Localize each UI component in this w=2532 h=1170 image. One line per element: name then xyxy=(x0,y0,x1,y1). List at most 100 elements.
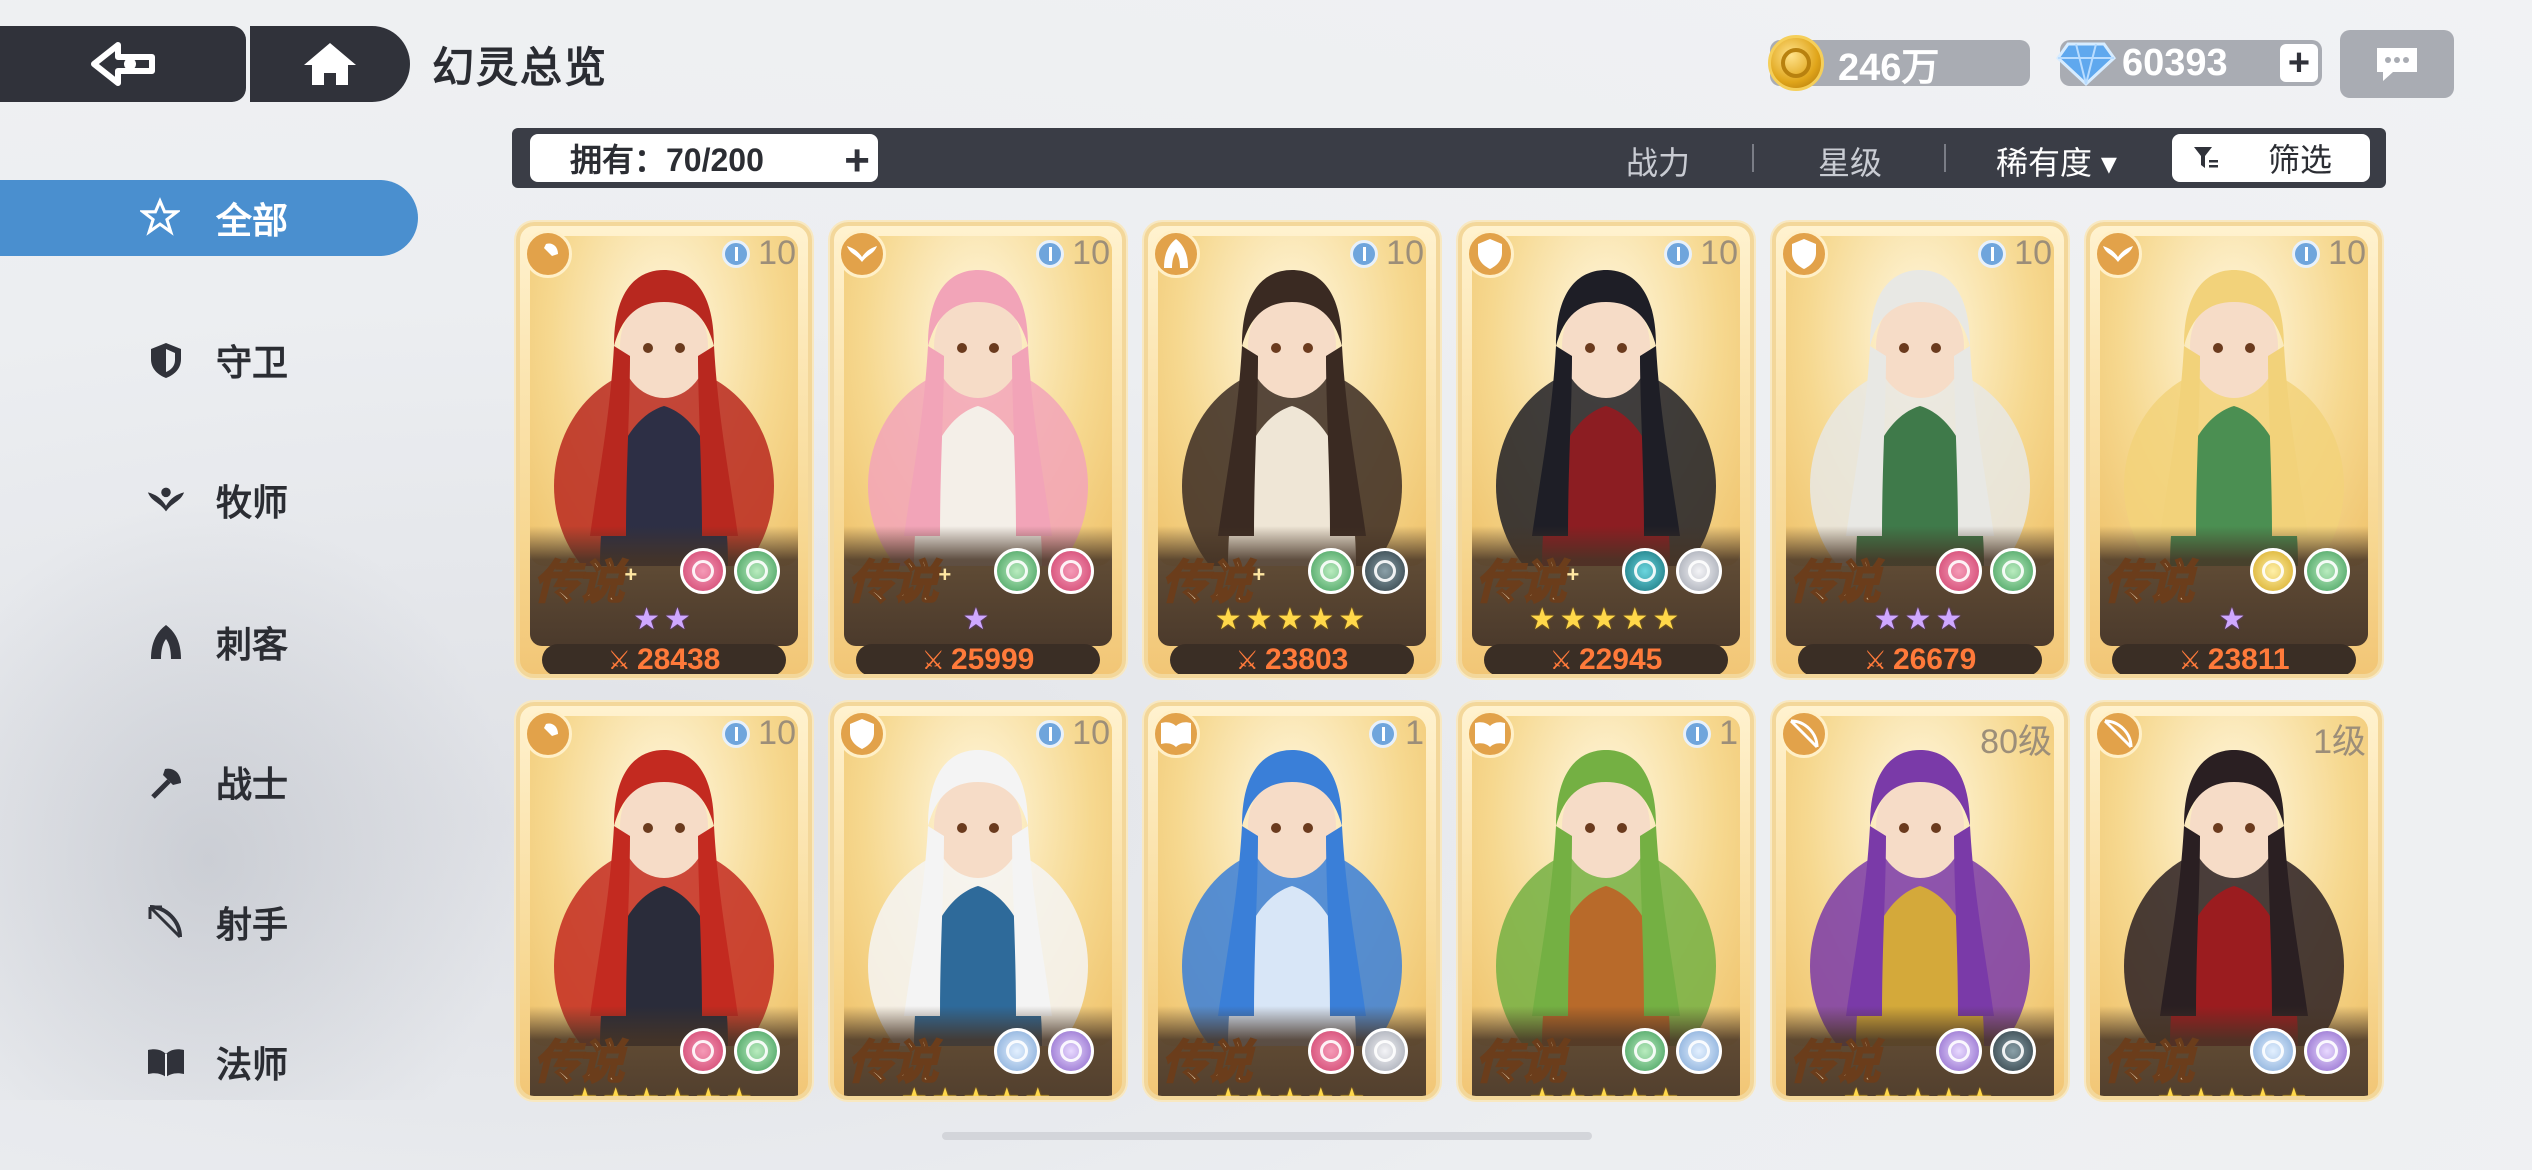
filter-icon xyxy=(2194,147,2218,168)
sidebar-item-archer[interactable]: 射手 xyxy=(0,884,418,960)
star-rating: ★ xyxy=(2218,603,2250,636)
hero-level: 80级 xyxy=(1980,714,2052,763)
hero-card[interactable]: 10 传说 ★★★ ⚔ 26679 xyxy=(1772,222,2068,678)
combat-power: ⚔ 23803 xyxy=(1170,643,1414,674)
sidebar-item-label: 法师 xyxy=(216,1044,289,1085)
hero-card[interactable]: 10 传说 ★★★★★★ xyxy=(516,702,812,1100)
wings-icon xyxy=(146,480,186,520)
axe-class-icon xyxy=(524,710,572,758)
level-value: 10 xyxy=(758,234,796,272)
shield-class-icon xyxy=(1466,230,1514,278)
sidebar-item-label: 全部 xyxy=(216,200,289,241)
gem-amount: 60393 xyxy=(2122,41,2228,84)
shield-class-icon xyxy=(1780,230,1828,278)
lotus-element-icon xyxy=(1308,548,1354,594)
hero-level: 10 xyxy=(1036,714,1110,753)
hero-portrait xyxy=(1158,236,1426,566)
sort-rarity[interactable]: 稀有度 ▾ xyxy=(1996,138,2117,184)
filter-label: 筛选 xyxy=(2268,142,2333,178)
power-value: 25999 xyxy=(950,643,1035,676)
hero-portrait xyxy=(2100,236,2368,566)
violet-element-icon xyxy=(1048,1028,1094,1074)
hero-portrait xyxy=(1472,236,1740,566)
sidebar-item-mage[interactable]: 法师 xyxy=(0,1024,418,1100)
power-value: 26679 xyxy=(1892,643,1977,676)
chat-bubble-icon xyxy=(2377,48,2417,81)
shield-class-icon xyxy=(838,710,886,758)
sidebar-item-label: 射手 xyxy=(216,904,289,945)
sidebar-item-label: 刺客 xyxy=(216,624,289,665)
hero-card[interactable]: 1 传说 ★★★★★ xyxy=(1144,702,1440,1100)
gold-currency[interactable]: 246万 xyxy=(1768,35,2030,91)
crossed-swords-icon: ⚔ xyxy=(607,644,631,675)
hero-level: 10 xyxy=(1978,234,2052,273)
gold-amount: 246万 xyxy=(1838,46,1940,89)
sidebar-item-warrior[interactable]: 战士 xyxy=(0,744,418,820)
sort-power[interactable]: 战力 xyxy=(1626,138,1690,184)
sidebar-item-label: 牧师 xyxy=(216,482,289,523)
star-rating: ★ xyxy=(962,603,994,636)
owned-count-box[interactable]: 拥有：70/200 + xyxy=(530,134,878,185)
star-rating: ★★★★★ xyxy=(2156,1083,2312,1100)
hero-card[interactable]: 80级 传说 ★★★★★ xyxy=(1772,702,2068,1100)
expand-capacity-icon[interactable]: + xyxy=(844,136,870,186)
gem-currency[interactable]: 60393 + xyxy=(2056,40,2322,87)
dark-element-icon xyxy=(1990,1028,2036,1074)
scroll-indicator[interactable] xyxy=(942,1132,1592,1140)
hero-card[interactable]: 10 传说+ ★★★★★ ⚔ 22945 xyxy=(1458,222,1754,678)
lotus-element-icon xyxy=(734,1028,780,1074)
lotus-element-icon xyxy=(734,548,780,594)
hero-card[interactable]: 1级 传说 ★★★★★ xyxy=(2086,702,2382,1100)
hero-card[interactable]: 10 传说+ ★★★★★ ⚔ 23803 xyxy=(1144,222,1440,678)
hero-portrait xyxy=(1158,716,1426,1046)
filter-bar: 拥有：70/200 + 战力 星级 稀有度 ▾ 筛选 xyxy=(512,128,2386,188)
hero-portrait xyxy=(530,716,798,1046)
level-value: 10 xyxy=(1072,234,1110,272)
star-rating: ★★★★★ xyxy=(900,1083,1056,1100)
sort-star[interactable]: 星级 xyxy=(1818,138,1882,184)
hero-card[interactable]: 1 传说 ★★★★★ xyxy=(1458,702,1754,1100)
combat-power: ⚔ 23811 xyxy=(2112,643,2356,674)
level-value: 10 xyxy=(758,714,796,752)
hero-level: 1 xyxy=(1683,714,1738,753)
spiral-element-icon xyxy=(680,548,726,594)
sidebar-item-all[interactable]: 全部 xyxy=(0,180,418,256)
crossed-swords-icon: ⚔ xyxy=(1549,644,1573,675)
level-pip-icon xyxy=(722,719,751,748)
hero-portrait xyxy=(844,716,1112,1046)
sidebar-item-label: 守卫 xyxy=(216,342,289,383)
crossed-swords-icon: ⚔ xyxy=(1863,644,1887,675)
hero-card[interactable]: 10 传说+ ★ ⚔ 25999 xyxy=(830,222,1126,678)
hero-level: 1 xyxy=(1369,714,1424,753)
add-gems-button[interactable]: + xyxy=(2280,44,2318,82)
filter-button[interactable]: 筛选 xyxy=(2172,134,2370,182)
page-title: 幻灵总览 xyxy=(432,44,609,91)
hero-level: 10 xyxy=(2292,234,2366,273)
level-pip-icon xyxy=(1036,719,1065,748)
combat-power: ⚔ 26679 xyxy=(1798,643,2042,676)
home-button[interactable] xyxy=(250,26,410,102)
level-value: 10 xyxy=(1700,234,1738,272)
level-pip-icon xyxy=(1350,239,1379,268)
owned-count: 拥有：70/200 xyxy=(570,142,764,178)
home-icon xyxy=(304,43,356,85)
hero-card[interactable]: 10 传说 ★★★★★ xyxy=(830,702,1126,1100)
chat-button[interactable] xyxy=(2340,30,2454,98)
all-classes-icon xyxy=(140,197,180,238)
lotus-element-icon xyxy=(2304,548,2350,594)
hero-level: 10 xyxy=(1350,234,1424,273)
sidebar-item-guardian[interactable]: 守卫 xyxy=(0,322,418,398)
sidebar-item-assassin[interactable]: 刺客 xyxy=(0,604,418,680)
back-arrow-icon xyxy=(91,42,155,86)
hero-card[interactable]: 10 传说 ★ ⚔ 23811 xyxy=(2086,222,2382,678)
power-value: 22945 xyxy=(1578,643,1663,676)
level-value: 10 xyxy=(2014,234,2052,272)
level-pip-icon xyxy=(2292,239,2321,268)
back-button[interactable] xyxy=(0,26,246,102)
hero-card[interactable]: 10 传说+ ★★ ⚔ 28438 xyxy=(516,222,812,678)
star-rating: ★★★★★ xyxy=(1528,1083,1684,1100)
gold-coin-icon xyxy=(1768,35,1824,91)
book-class-icon xyxy=(1152,710,1200,758)
sidebar-item-priest[interactable]: 牧师 xyxy=(0,462,418,538)
hero-portrait xyxy=(2100,716,2368,1046)
